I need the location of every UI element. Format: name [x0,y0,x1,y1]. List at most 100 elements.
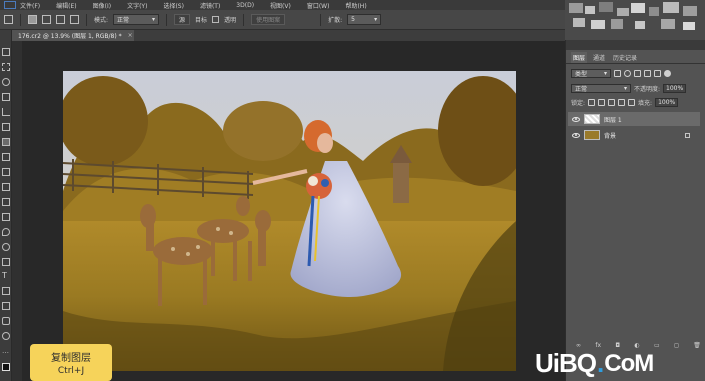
divider [320,13,322,26]
menu-view[interactable]: 视图(V) [270,1,291,10]
menu-help[interactable]: 帮助(H) [345,1,366,10]
menu-select[interactable]: 选择(S) [163,1,184,10]
pen-tool-icon[interactable] [2,258,10,266]
source-button[interactable]: 源 [174,14,191,25]
diffusion-label: 扩散: [328,17,343,24]
fill-label: 填充: [638,100,653,107]
diffusion-value: 5 [351,16,355,23]
opacity-input[interactable]: 100% [663,84,687,93]
lock-all-icon[interactable] [628,99,636,106]
healing-brush-tool-icon[interactable] [2,138,10,146]
close-icon[interactable]: × [128,32,133,39]
mode-select[interactable]: 正常 ▾ [113,14,160,25]
pixelated-region [565,0,705,40]
photo-illustration [63,71,516,371]
more-tools-icon[interactable]: … [2,347,10,355]
transparent-label: 透明 [224,17,237,24]
layers-panel: 图层 通道 历史记录 类型 ▾ 正常 ▾ 不透明度: 100% 锁定: 填充: … [565,40,705,381]
chevron-down-icon: ▾ [603,70,607,77]
site-watermark: UiBQ . CoM [535,346,705,381]
filter-adjustment-icon[interactable] [624,70,631,77]
shortcut-tooltip: 复制图层 Ctrl+J [30,344,112,381]
foreground-color-swatch[interactable] [2,363,10,371]
divider [166,13,168,26]
marquee-tool-icon[interactable] [2,63,10,71]
layer-row-background[interactable]: 背景 [568,128,700,142]
mode-value: 正常 [117,17,130,24]
move-tool-icon[interactable] [2,48,10,56]
lock-artboard-icon[interactable] [618,99,626,106]
chevron-down-icon: ▾ [374,16,378,23]
panel-tabs: 图层 通道 历史记录 [566,52,705,64]
opacity-label: 不透明度: [634,86,661,93]
layer-row-layer1[interactable]: 图层 1 [568,112,700,126]
crop-tool-icon[interactable] [2,108,10,116]
path-selection-tool-icon[interactable] [2,287,10,295]
tab-history[interactable]: 历史记录 [611,52,639,63]
lock-label: 锁定: [571,100,586,107]
menu-edit[interactable]: 编辑(E) [56,1,76,10]
filter-pixel-icon[interactable] [614,70,621,77]
mode-label: 模式: [94,17,109,24]
zoom-tool-icon[interactable] [2,332,10,340]
watermark-part1: UiBQ [535,348,597,378]
tool-preset-icon[interactable] [4,15,13,24]
filter-smart-object-icon[interactable] [654,70,661,77]
target-option[interactable]: 目标 [195,15,207,24]
quick-select-tool-icon[interactable] [2,93,10,101]
lock-transparent-icon[interactable] [588,99,596,106]
add-selection-icon[interactable] [42,15,51,24]
menu-window[interactable]: 窗口(W) [307,1,330,10]
tab-channels[interactable]: 通道 [591,52,607,63]
document-canvas-image[interactable] [63,71,516,371]
chevron-down-icon: ▾ [623,85,627,92]
history-brush-tool-icon[interactable] [2,183,10,191]
divider [243,13,245,26]
layer-name: 背景 [604,132,617,140]
type-tool-icon[interactable]: T [2,272,10,280]
gradient-tool-icon[interactable] [2,213,10,221]
menu-type[interactable]: 文字(Y) [127,1,147,10]
document-tab[interactable]: 176.cr2 @ 13.9% (图层 1, RGB/8) * × [12,30,134,41]
brush-tool-icon[interactable] [2,153,10,161]
menu-file[interactable]: 文件(F) [20,1,40,10]
subtract-selection-icon[interactable] [56,15,65,24]
lock-position-icon[interactable] [608,99,616,106]
menu-3d[interactable]: 3D(D) [236,2,254,9]
layer-filter-select[interactable]: 类型 ▾ [571,69,611,78]
filter-kind-value: 类型 [575,71,588,78]
eraser-tool-icon[interactable] [2,198,10,206]
options-bar: 模式: 正常 ▾ 源 目标 透明 使用图案 扩散: 5 ▾ [0,10,565,30]
menu-image[interactable]: 图像(I) [93,1,111,10]
layer-name: 图层 1 [604,116,622,124]
intersect-selection-icon[interactable] [70,15,79,24]
canvas-ruler [12,41,22,381]
panel-header-strip [566,40,705,50]
new-selection-icon[interactable] [28,15,37,24]
layer-thumbnail [584,114,600,124]
dodge-tool-icon[interactable] [2,243,10,251]
rectangle-tool-icon[interactable] [2,302,10,310]
menu-filter[interactable]: 滤镜(T) [200,1,220,10]
transparent-checkbox[interactable] [212,16,220,23]
eye-icon[interactable] [572,116,580,122]
lock-pixels-icon[interactable] [598,99,606,106]
hand-tool-icon[interactable] [2,317,10,325]
lasso-tool-icon[interactable] [2,78,10,86]
blend-mode-select[interactable]: 正常 ▾ [571,84,631,93]
use-pattern-button[interactable]: 使用图案 [251,14,286,25]
eyedropper-tool-icon[interactable] [2,123,10,131]
filter-type-icon[interactable] [634,70,641,77]
document-tab-bar: 176.cr2 @ 13.9% (图层 1, RGB/8) * × [12,30,565,41]
eye-icon[interactable] [572,132,580,138]
filter-shape-icon[interactable] [644,70,651,77]
blur-tool-icon[interactable] [2,228,10,236]
tooltip-shortcut: Ctrl+J [57,366,85,376]
blend-row: 正常 ▾ 不透明度: 100% [571,83,701,94]
fill-input[interactable]: 100% [655,98,679,107]
tab-layers[interactable]: 图层 [571,52,588,63]
diffusion-select[interactable]: 5 ▾ [347,14,382,25]
lock-row: 锁定: 填充: 100% [571,97,701,108]
filter-toggle-icon[interactable] [664,70,671,77]
clone-stamp-tool-icon[interactable] [2,168,10,176]
